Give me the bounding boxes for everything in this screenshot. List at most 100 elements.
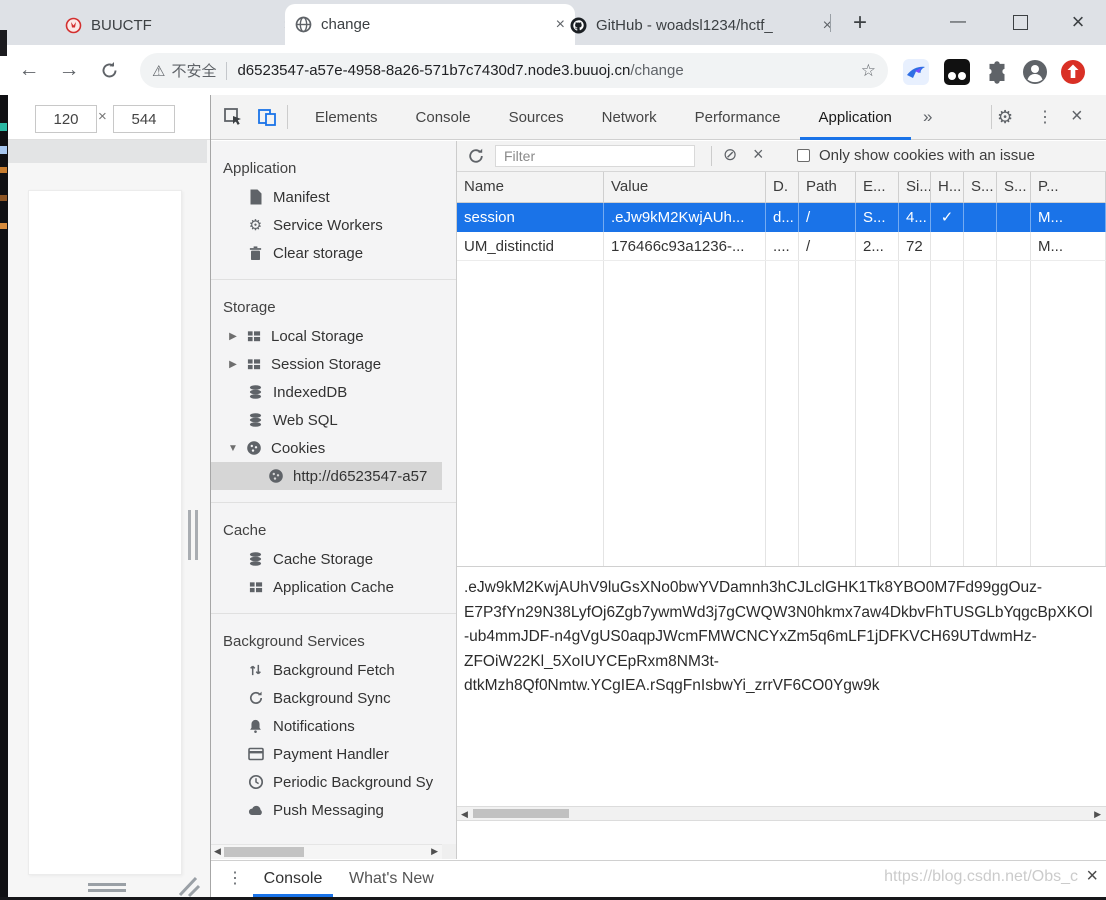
devtools-tab-application[interactable]: Application: [799, 95, 911, 140]
column-header-path[interactable]: Path: [799, 172, 856, 202]
devtools-kebab-menu-icon[interactable]: ⋮: [1037, 95, 1053, 140]
devtools-tab-performance[interactable]: Performance: [676, 95, 800, 140]
cookie-pane-horizontal-scrollbar[interactable]: ◀ ▶: [457, 806, 1106, 821]
column-header-secure[interactable]: S...: [964, 172, 997, 202]
devtools-settings-gear-icon[interactable]: ⚙: [997, 95, 1013, 140]
scroll-right-icon[interactable]: ▶: [1094, 809, 1101, 820]
cookie-row-session-selected[interactable]: session .eJw9kM2KwjAUh... d... / S... 4.…: [457, 203, 1106, 232]
sidebar-item-label: http://d6523547-a57: [293, 467, 428, 485]
device-viewport[interactable]: [28, 190, 182, 875]
column-header-priority[interactable]: P...: [1031, 172, 1106, 202]
sidebar-item-web-sql[interactable]: Web SQL: [211, 406, 456, 434]
url-host[interactable]: d6523547-a57e-4958-8a26-571b7c7430d7.nod…: [237, 62, 630, 79]
browser-tab-change-active[interactable]: change ×: [285, 4, 575, 45]
sidebar-item-periodic-background-sync[interactable]: Periodic Background Sy: [211, 768, 456, 796]
sidebar-item-session-storage[interactable]: ▶ Session Storage: [211, 350, 456, 378]
expand-right-icon[interactable]: ▶: [225, 359, 241, 370]
inspect-element-button[interactable]: [221, 105, 245, 129]
clear-icon[interactable]: ×: [753, 144, 764, 165]
browser-tab-github[interactable]: GitHub - woadsl1234/hctf_ ×: [560, 9, 842, 42]
bookmark-star-icon[interactable]: ☆: [861, 61, 876, 81]
browser-tab-buuctf[interactable]: BUUCTF ×: [55, 9, 303, 42]
viewport-resize-handle-right[interactable]: [188, 510, 202, 560]
profile-avatar-icon[interactable]: [1022, 59, 1048, 85]
sidebar-item-label: Periodic Background Sy: [273, 773, 434, 791]
sidebar-item-clear-storage[interactable]: Clear storage: [211, 239, 456, 267]
refresh-icon[interactable]: [467, 147, 485, 165]
more-tabs-chevron[interactable]: »: [923, 95, 932, 140]
sidebar-item-application-cache[interactable]: Application Cache: [211, 573, 456, 601]
not-secure-label[interactable]: 不安全: [171, 60, 216, 81]
scrollbar-thumb[interactable]: [473, 809, 569, 818]
gear-icon: ⚙: [248, 217, 263, 234]
window-maximize-button[interactable]: [1000, 8, 1040, 36]
cookie-filter-input[interactable]: [495, 145, 695, 167]
reload-button[interactable]: [94, 56, 124, 84]
scroll-right-icon[interactable]: ▶: [431, 846, 438, 857]
extension-bird-icon[interactable]: [903, 59, 929, 85]
viewport-resize-handle-bottom[interactable]: [88, 883, 126, 895]
cookie-icon: [245, 440, 262, 457]
sidebar-item-notifications[interactable]: Notifications: [211, 712, 456, 740]
sidebar-item-service-workers[interactable]: ⚙ Service Workers: [211, 211, 456, 239]
sidebar-item-label: Background Sync: [273, 689, 391, 707]
issue-filter-checkbox[interactable]: [797, 149, 810, 162]
expand-down-icon[interactable]: ▼: [225, 443, 241, 454]
column-header-size[interactable]: Si...: [899, 172, 931, 202]
watermark-close-icon[interactable]: ×: [1086, 865, 1098, 888]
issue-filter-label[interactable]: Only show cookies with an issue: [819, 147, 1035, 164]
device-toolbar-toggle-button[interactable]: [255, 105, 279, 129]
sidebar-item-cookies[interactable]: ▼ Cookies: [211, 434, 456, 462]
devtools-tab-elements[interactable]: Elements: [296, 95, 397, 140]
column-header-httponly[interactable]: H...: [931, 172, 964, 202]
drawer-kebab-menu-icon[interactable]: ⋮: [227, 861, 243, 897]
sidebar-horizontal-scrollbar[interactable]: ◀ ▶: [211, 844, 442, 859]
sidebar-item-local-storage[interactable]: ▶ Local Storage: [211, 322, 456, 350]
sidebar-section-cache: Cache Cache Storage Application Cache: [211, 503, 456, 601]
sidebar-item-indexeddb[interactable]: IndexedDB: [211, 378, 456, 406]
sidebar-item-cache-storage[interactable]: Cache Storage: [211, 545, 456, 573]
column-header-samesite[interactable]: S...: [997, 172, 1031, 202]
devtools-close-icon[interactable]: ×: [1071, 95, 1083, 140]
devtools-tab-sources[interactable]: Sources: [490, 95, 583, 140]
sidebar-item-manifest[interactable]: Manifest: [211, 183, 456, 211]
column-header-domain[interactable]: D.: [766, 172, 799, 202]
column-header-expires[interactable]: E...: [856, 172, 899, 202]
viewport-resize-handle-corner[interactable]: [176, 874, 202, 898]
expand-right-icon[interactable]: ▶: [225, 331, 241, 342]
column-header-name[interactable]: Name: [457, 172, 604, 202]
extension-tampermonkey-icon[interactable]: [944, 59, 970, 85]
forward-button[interactable]: →: [54, 56, 84, 84]
chrome-update-icon[interactable]: [1060, 59, 1086, 85]
drawer-tab-whats-new[interactable]: What's New: [345, 861, 438, 897]
url-path[interactable]: /change: [630, 62, 683, 79]
table-icon: [245, 328, 262, 345]
drawer-tab-console[interactable]: Console: [253, 861, 333, 897]
sidebar-item-background-sync[interactable]: Background Sync: [211, 684, 456, 712]
devtools-tab-console[interactable]: Console: [397, 95, 490, 140]
column-header-value[interactable]: Value: [604, 172, 766, 202]
sidebar-item-background-fetch[interactable]: Background Fetch: [211, 656, 456, 684]
scrollbar-corner: [442, 844, 456, 859]
cookie-secure: [964, 203, 997, 232]
device-width-input[interactable]: [35, 105, 97, 133]
sidebar-item-cookie-origin-selected[interactable]: http://d6523547-a57: [211, 462, 442, 490]
devtools-tab-network[interactable]: Network: [583, 95, 676, 140]
scrollbar-thumb[interactable]: [224, 847, 304, 857]
delete-all-block-icon[interactable]: ⊘: [723, 145, 737, 165]
cookie-row-um-distinctid[interactable]: UM_distinctid 176466c93a1236-... .... / …: [457, 232, 1106, 261]
extensions-puzzle-icon[interactable]: [984, 59, 1010, 85]
window-close-button[interactable]: ×: [1058, 8, 1098, 36]
sidebar-item-payment-handler[interactable]: Payment Handler: [211, 740, 456, 768]
scroll-left-icon[interactable]: ◀: [214, 846, 221, 857]
scroll-left-icon[interactable]: ◀: [461, 809, 468, 820]
cookie-value-preview[interactable]: .eJw9kM2KwjAUhV9luGsXNo0bwYVDamnh3hCJLcl…: [457, 566, 1106, 806]
back-button[interactable]: ←: [14, 56, 44, 84]
device-height-input[interactable]: [113, 105, 175, 133]
window-minimize-button[interactable]: —: [938, 8, 978, 36]
new-tab-button[interactable]: +: [845, 9, 875, 39]
screenshot-root: BUUCTF × change × GitHub - woadsl1234/hc…: [0, 0, 1106, 900]
address-bar[interactable]: ⚠ 不安全 d6523547-a57e-4958-8a26-571b7c7430…: [140, 53, 888, 88]
section-title: Application: [223, 160, 297, 177]
sidebar-item-push-messaging[interactable]: Push Messaging: [211, 796, 456, 824]
